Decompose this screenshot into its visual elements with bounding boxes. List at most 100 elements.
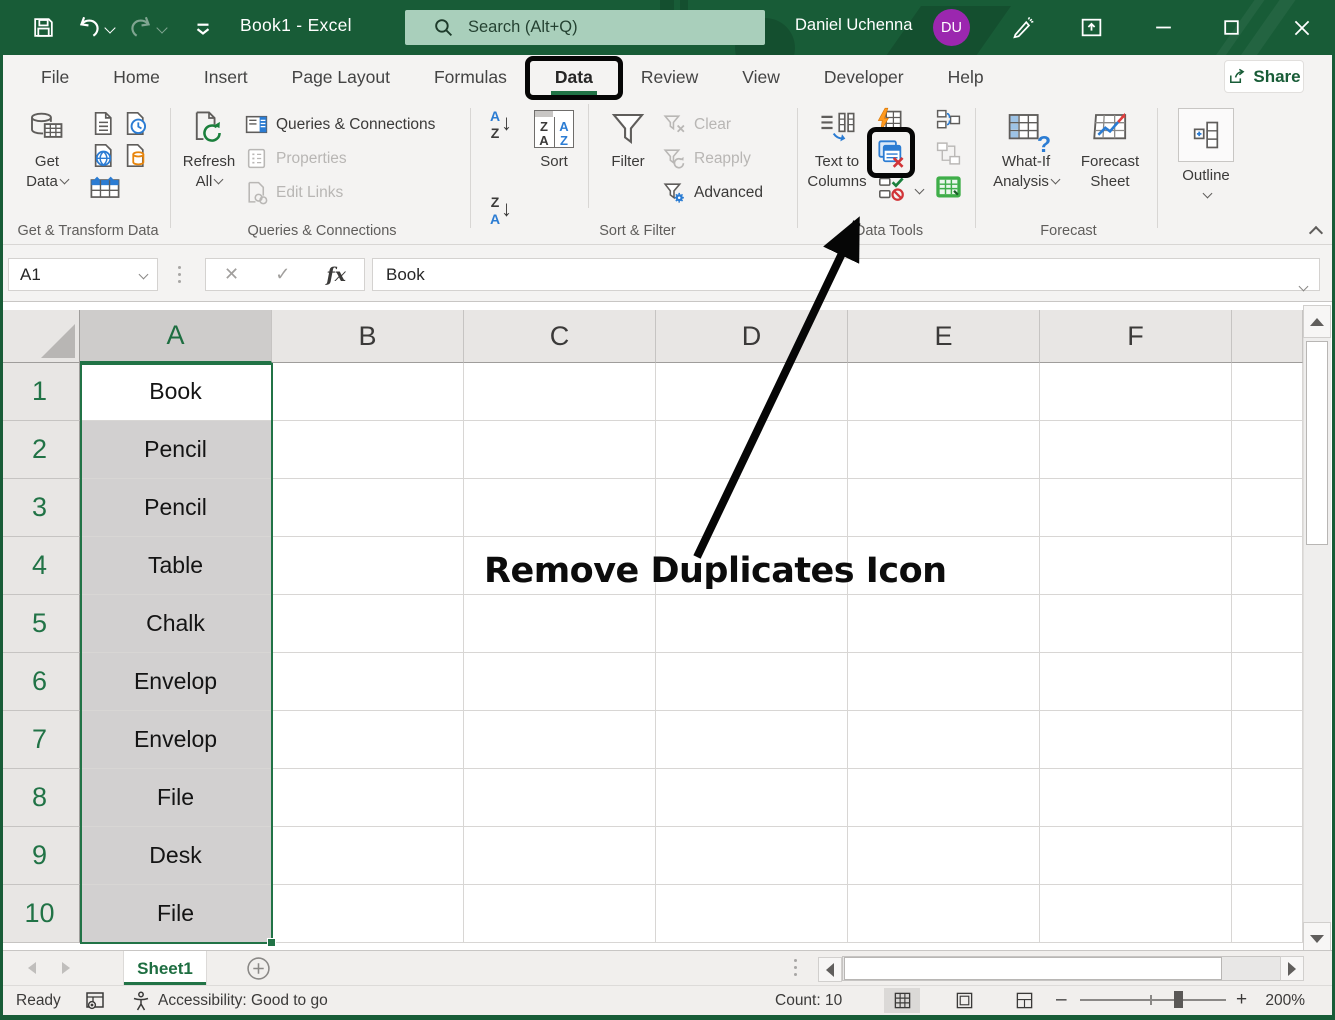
grid-cell-partial-10[interactable] (1232, 885, 1303, 943)
undo-icon[interactable] (76, 13, 102, 39)
advanced-filter-button[interactable]: Advanced (662, 180, 763, 205)
grid-cell-A9[interactable]: Desk (80, 827, 272, 885)
tab-insert[interactable]: Insert (182, 55, 270, 100)
tab-home[interactable]: Home (91, 55, 182, 100)
grid-cell-partial-4[interactable] (1232, 537, 1303, 595)
grid-cell-partial-1[interactable] (1232, 363, 1303, 421)
manage-data-model-icon[interactable] (933, 172, 964, 208)
tab-help[interactable]: Help (926, 55, 1006, 100)
grid-cell-partial-2[interactable] (1232, 421, 1303, 479)
collapse-ribbon-icon[interactable] (1309, 226, 1323, 240)
next-sheet-icon[interactable] (62, 962, 70, 974)
grid-cell-C1[interactable] (464, 363, 656, 421)
sheet-tab-sheet1[interactable]: Sheet1 (123, 951, 207, 986)
grid-cell-B3[interactable] (272, 479, 464, 537)
grid-cell-F8[interactable] (1040, 769, 1232, 827)
row-header-8[interactable]: 8 (0, 769, 80, 827)
text-to-columns-button[interactable]: Text to Columns (805, 108, 869, 192)
share-button[interactable]: Share (1224, 60, 1304, 93)
grid-cell-E2[interactable] (848, 421, 1040, 479)
maximize-button[interactable] (1208, 0, 1255, 55)
enter-icon[interactable]: ✓ (275, 264, 290, 285)
grid-cell-A3[interactable]: Pencil (80, 479, 272, 537)
zoom-in-icon[interactable]: + (1236, 989, 1247, 1011)
cancel-icon[interactable]: ✕ (224, 264, 239, 285)
outline-button[interactable]: Outline (1173, 108, 1239, 197)
column-header-B[interactable]: B (272, 310, 464, 363)
grid-cell-F6[interactable] (1040, 653, 1232, 711)
row-header-6[interactable]: 6 (0, 653, 80, 711)
normal-view-button[interactable] (884, 988, 920, 1013)
relationships-icon[interactable] (935, 140, 962, 172)
vertical-scrollbar-thumb[interactable] (1306, 341, 1328, 545)
recent-sources-icon[interactable] (122, 110, 149, 142)
grid-cell-A2[interactable]: Pencil (80, 421, 272, 479)
grid-cell-F2[interactable] (1040, 421, 1232, 479)
grid-cell-partial-7[interactable] (1232, 711, 1303, 769)
tab-file[interactable]: File (19, 55, 91, 100)
column-header-C[interactable]: C (464, 310, 656, 363)
grid-cell-E3[interactable] (848, 479, 1040, 537)
grid-cell-B10[interactable] (272, 885, 464, 943)
horizontal-scrollbar-thumb[interactable] (844, 957, 1222, 980)
grid-cell-D8[interactable] (656, 769, 848, 827)
zoom-out-icon[interactable]: – (1056, 989, 1067, 1011)
grid-cell-E5[interactable] (848, 595, 1040, 653)
grid-cell-B6[interactable] (272, 653, 464, 711)
grid-cell-B1[interactable] (272, 363, 464, 421)
grid-cell-F3[interactable] (1040, 479, 1232, 537)
grid-cell-A8[interactable]: File (80, 769, 272, 827)
tab-review[interactable]: Review (619, 55, 720, 100)
remove-duplicates-icon[interactable] (876, 138, 907, 174)
row-header-10[interactable]: 10 (0, 885, 80, 943)
grid-cell-D3[interactable] (656, 479, 848, 537)
tab-data[interactable]: Data (529, 55, 619, 100)
grid-cell-F10[interactable] (1040, 885, 1232, 943)
row-header-1[interactable]: 1 (0, 363, 80, 421)
what-if-analysis-button[interactable]: ? What-If Analysis (988, 108, 1064, 192)
grid-cell-partial-8[interactable] (1232, 769, 1303, 827)
grid-cell-D7[interactable] (656, 711, 848, 769)
grid-cell-F4[interactable] (1040, 537, 1232, 595)
grid-cell-D9[interactable] (656, 827, 848, 885)
zoom-level[interactable]: 200% (1265, 992, 1305, 1010)
row-header-3[interactable]: 3 (0, 479, 80, 537)
grid-cell-F9[interactable] (1040, 827, 1232, 885)
zoom-slider[interactable] (1080, 999, 1226, 1001)
formula-input[interactable]: Book (372, 258, 1320, 291)
grid-cell-F1[interactable] (1040, 363, 1232, 421)
grid-cell-B4[interactable] (272, 537, 464, 595)
search-input[interactable] (468, 18, 718, 37)
grid-cell-partial-5[interactable] (1232, 595, 1303, 653)
prev-sheet-icon[interactable] (28, 962, 36, 974)
grid-cell-C9[interactable] (464, 827, 656, 885)
data-validation-icon[interactable] (877, 174, 906, 208)
grid-cell-D5[interactable] (656, 595, 848, 653)
close-button[interactable] (1278, 0, 1325, 55)
undo-menu-chevron-icon[interactable] (104, 22, 115, 33)
tab-formulas[interactable]: Formulas (412, 55, 529, 100)
grid-cell-E8[interactable] (848, 769, 1040, 827)
grid-cell-B2[interactable] (272, 421, 464, 479)
refresh-all-button[interactable]: Refresh All (178, 108, 240, 192)
grid-cell-E1[interactable] (848, 363, 1040, 421)
row-header-4[interactable]: 4 (0, 537, 80, 595)
row-header-7[interactable]: 7 (0, 711, 80, 769)
grid-cell-partial-3[interactable] (1232, 479, 1303, 537)
forecast-sheet-button[interactable]: Forecast Sheet (1072, 108, 1148, 192)
grid-cell-E10[interactable] (848, 885, 1040, 943)
grid-cell-A1[interactable]: Book (80, 363, 272, 421)
tab-scrollbar-divider[interactable] (794, 959, 797, 976)
grid-cell-A4[interactable]: Table (80, 537, 272, 595)
grid-cell-C2[interactable] (464, 421, 656, 479)
name-box[interactable]: A1 (8, 258, 158, 291)
page-break-view-button[interactable] (1006, 988, 1042, 1013)
get-data-button[interactable]: Get Data (16, 108, 78, 192)
from-database-icon[interactable] (122, 142, 149, 174)
grid-cell-B5[interactable] (272, 595, 464, 653)
accessibility-icon[interactable] (130, 990, 152, 1017)
grid-cell-A10[interactable]: File (80, 885, 272, 943)
grid-cell-C6[interactable] (464, 653, 656, 711)
expand-formula-bar-icon[interactable] (1299, 282, 1309, 292)
grid-cell-D10[interactable] (656, 885, 848, 943)
